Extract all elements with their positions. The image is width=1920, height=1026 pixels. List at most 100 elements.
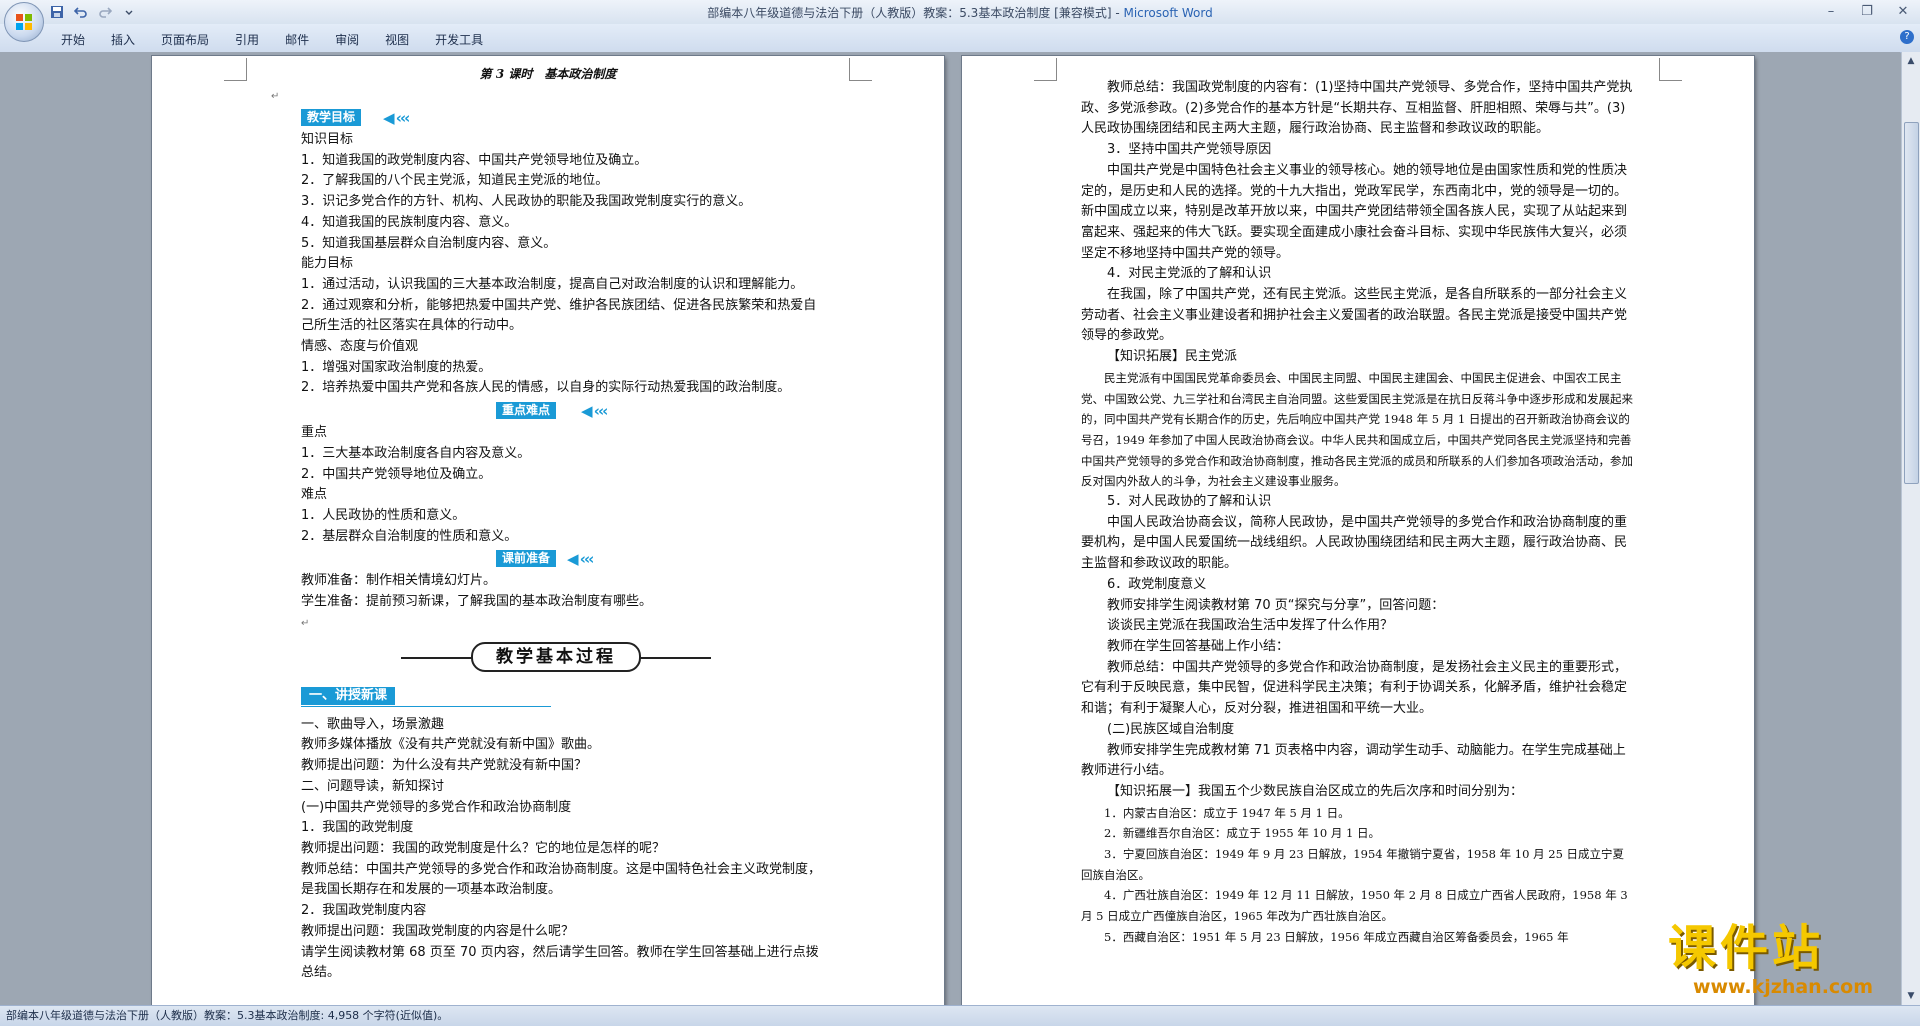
- goal-line: 1．通过活动，认识我国的三大基本政治制度，提高自己对政治制度的认识和理解能力。: [301, 276, 804, 292]
- right-paragraph: 4．对民主党派的了解和认识: [1107, 266, 1272, 282]
- page-left-content: 第 3 课时 基本政治制度 ↵ 教学目标 ◀ ‹‹‹ 知识目标 1．知道我国的政党…: [271, 64, 825, 984]
- prep-line: 教师准备：制作相关情境幻灯片。: [301, 573, 497, 589]
- minimize-icon[interactable]: –: [1820, 2, 1842, 20]
- key-point-line: 1．人民政协的性质和意义。: [301, 507, 466, 523]
- title-bar: 部编本八年级道德与法治下册（人教版）教案：5.3基本政治制度 [兼容模式] - …: [0, 0, 1920, 42]
- right-paragraph: 民主党派有中国国民党革命委员会、中国民主同盟、中国民主建国会、中国民主促进会、中…: [1081, 370, 1633, 489]
- right-paragraph: 谈谈民主党派在我国政治生活中发挥了什么作用？: [1107, 618, 1394, 634]
- banner-underline: [301, 705, 551, 707]
- lecture-line: 二、问题导读，新知探讨: [301, 778, 445, 794]
- restore-icon[interactable]: ❐: [1856, 2, 1878, 20]
- goal-line: 能力目标: [301, 256, 354, 272]
- goal-line: 1．增强对国家政治制度的热爱。: [301, 359, 492, 375]
- tab-home[interactable]: 开始: [48, 29, 98, 50]
- page-right-content: 教师总结：我国政党制度的内容有：(1)坚持中国共产党领导、多党合作，坚持中国共产…: [1081, 78, 1635, 948]
- prep-line: 学生准备：提前预习新课，了解我国的基本政治制度有哪些。: [301, 594, 653, 610]
- ribbon: 开始 插入 页面布局 引用 邮件 审阅 视图 开发工具 ?: [0, 24, 1920, 53]
- page-right[interactable]: 教师总结：我国政党制度的内容有：(1)坚持中国共产党领导、多党合作，坚持中国共产…: [962, 56, 1754, 1005]
- goal-line: 情感、态度与价值观: [301, 339, 419, 355]
- right-paragraph: 中国共产党是中国特色社会主义事业的领导核心。她的领导地位是由国家性质和党的性质决…: [1081, 162, 1628, 261]
- right-paragraph: 教师安排学生完成教材第 71 页表格中内容，调动学生动手、动脑能力。在学生完成基…: [1081, 742, 1626, 779]
- office-logo-icon: [16, 14, 32, 30]
- watermark-title: 课件站: [1668, 920, 1825, 976]
- lecture-line: 教师提出问题：为什么没有共产党就没有新中国？: [301, 758, 588, 774]
- tab-mailings[interactable]: 邮件: [272, 29, 322, 50]
- scrollbar-thumb[interactable]: [1904, 122, 1919, 484]
- tab-developer[interactable]: 开发工具: [422, 29, 496, 50]
- key-points-block: 重点 1．三大基本政治制度各自内容及意义。 2．中国共产党领导地位及确立。 难点 1．人…: [271, 423, 825, 547]
- status-bar: 部编本八年级道德与法治下册（人教版）教案：5.3基本政治制度: 4,958 个字…: [0, 1005, 1920, 1026]
- right-paragraph: 6．政党制度意义: [1107, 576, 1207, 592]
- margin-corner: [1034, 58, 1057, 81]
- chevron-arrows-icon: ◀ ‹‹‹: [383, 109, 410, 127]
- goal-line: 2．了解我国的八个民主党派，知道民主党派的地位。: [301, 173, 609, 189]
- right-paragraph: 教师总结：我国政党制度的内容有：(1)坚持中国共产党领导、多党合作，坚持中国共产…: [1081, 80, 1633, 137]
- right-paragraph: 【知识拓展一】我国五个少数民族自治区成立的先后次序和时间分别为：: [1107, 783, 1524, 799]
- prep-block: 教师准备：制作相关情境幻灯片。学生准备：提前预习新课，了解我国的基本政治制度有哪…: [271, 571, 825, 612]
- right-paragraph: 【知识拓展】民主党派: [1107, 349, 1238, 365]
- lecture-line: 1．我国的政党制度: [301, 820, 414, 836]
- right-paragraph: 在我国，除了中国共产党，还有民主党派。这些民主党派，是各自所联系的一部分社会主义…: [1081, 287, 1628, 344]
- chevron-arrows-icon: ◀ ‹‹‹: [567, 550, 594, 569]
- goal-line: 3．识记多党合作的方针、机构、人民政协的职能及我国政党制度实行的意义。: [301, 194, 752, 210]
- page-left[interactable]: 第 3 课时 基本政治制度 ↵ 教学目标 ◀ ‹‹‹ 知识目标 1．知道我国的政党…: [152, 56, 944, 1005]
- tab-review[interactable]: 审阅: [322, 29, 372, 50]
- document-title: 部编本八年级道德与法治下册（人教版）教案：5.3基本政治制度 [兼容模式] -: [707, 6, 1124, 20]
- vertical-scrollbar[interactable]: ▲ ▼: [1901, 52, 1920, 1005]
- help-icon[interactable]: ?: [1900, 30, 1914, 44]
- key-points-label: 重点难点: [496, 402, 557, 420]
- watermark: 课件站 www.kjzhan.com: [1668, 920, 1898, 1002]
- scroll-up-icon[interactable]: ▲: [1904, 54, 1918, 68]
- right-paragraph: 5．对人民政协的了解和认识: [1107, 494, 1272, 510]
- document-area: 第 3 课时 基本政治制度 ↵ 教学目标 ◀ ‹‹‹ 知识目标 1．知道我国的政党…: [0, 52, 1900, 1005]
- key-point-line: 重点: [301, 425, 328, 441]
- tab-references[interactable]: 引用: [222, 29, 272, 50]
- prep-banner: 课前准备 ◀ ‹‹‹: [271, 548, 825, 570]
- margin-corner: [849, 58, 872, 81]
- process-banner: 教学基本过程: [271, 637, 825, 679]
- ribbon-tabs: 开始 插入 页面布局 引用 邮件 审阅 视图 开发工具: [48, 29, 496, 50]
- tab-insert[interactable]: 插入: [98, 29, 148, 50]
- lecture-block: 一、歌曲导入，场景激趣 教师多媒体播放《没有共产党就没有新中国》歌曲。 教师提出问题…: [271, 715, 825, 984]
- goal-line: 2．培养热爱中国共产党和各族人民的情感，以自身的实际行动热爱我国的政治制度。: [301, 380, 791, 396]
- status-text: 部编本八年级道德与法治下册（人教版）教案：5.3基本政治制度: 4,958 个字…: [6, 1009, 449, 1022]
- window-title: 部编本八年级道德与法治下册（人教版）教案：5.3基本政治制度 [兼容模式] - …: [0, 4, 1920, 21]
- lesson-header: 第 3 课时 基本政治制度: [479, 67, 617, 81]
- page-header: 第 3 课时 基本政治制度: [271, 64, 825, 86]
- lecture-line: 教师多媒体播放《没有共产党就没有新中国》歌曲。: [301, 737, 601, 753]
- empty-line: ↵: [271, 86, 825, 106]
- watermark-url: www.kjzhan.com: [1692, 976, 1874, 998]
- right-paragraph: (二)民族区域自治制度: [1107, 721, 1235, 737]
- tab-page-layout[interactable]: 页面布局: [148, 29, 222, 50]
- goal-line: 知识目标: [301, 132, 354, 147]
- goal-line: 2．通过观察和分析，能够把热爱中国共产党、维护各民族团结、促进各民族繁荣和热爱自…: [301, 297, 817, 334]
- lecture-banner: 一、讲授新课: [301, 683, 825, 711]
- teaching-goals-banner: 教学目标 ◀ ‹‹‹: [271, 107, 825, 129]
- close-icon[interactable]: ✕: [1892, 2, 1914, 20]
- tab-view[interactable]: 视图: [372, 29, 422, 50]
- margin-corner: [224, 58, 247, 81]
- paragraph-mark: ↵: [271, 91, 280, 102]
- scroll-down-icon[interactable]: ▼: [1904, 989, 1918, 1003]
- lecture-line: 教师提出问题：我国的政党制度是什么？它的地位是怎样的呢？: [301, 840, 666, 856]
- office-button[interactable]: [4, 2, 44, 42]
- lecture-line: 教师提出问题：我国政党制度的内容是什么呢？: [301, 923, 575, 939]
- lecture-line: 2．我国政党制度内容: [301, 903, 427, 919]
- goal-line: 4．知道我国的民族制度内容、意义。: [301, 214, 518, 230]
- right-paragraph: 4．广西壮族自治区：1949 年 12 月 11 日解放，1950 年 2 月 …: [1081, 888, 1632, 924]
- app-name: Microsoft Word: [1123, 6, 1213, 20]
- right-paragraph: 教师总结：中国共产党领导的多党合作和政治协商制度，是发扬社会主义民主的重要形式，…: [1081, 659, 1628, 717]
- goal-line: 1．知道我国的政党制度内容、中国共产党领导地位及确立。: [301, 152, 648, 168]
- lecture-line: 请学生阅读教材第 68 页至 70 页内容，然后请学生回答。教师在学生回答基础上…: [301, 944, 819, 981]
- key-point-line: 2．中国共产党领导地位及确立。: [301, 466, 492, 482]
- right-paragraph: 1．内蒙古自治区：成立于 1947 年 5 月 1 日。: [1104, 805, 1350, 820]
- lecture-label: 一、讲授新课: [301, 686, 396, 705]
- lecture-line: (一)中国共产党领导的多党合作和政治协商制度: [301, 799, 572, 815]
- key-points-banner: 重点难点 ◀ ‹‹‹: [271, 400, 825, 422]
- margin-corner: [1659, 58, 1682, 81]
- right-paragraph: 中国人民政治协商会议，简称人民政协，是中国共产党领导的多党合作和政治协商制度的重…: [1081, 514, 1628, 572]
- lecture-line: 一、歌曲导入，场景激趣: [301, 716, 445, 732]
- right-paragraph: 3．坚持中国共产党领导原因: [1107, 142, 1272, 158]
- right-paragraph: 教师安排学生阅读教材第 70 页“探究与分享”，回答问题：: [1107, 597, 1445, 613]
- key-point-line: 1．三大基本政治制度各自内容及意义。: [301, 445, 531, 461]
